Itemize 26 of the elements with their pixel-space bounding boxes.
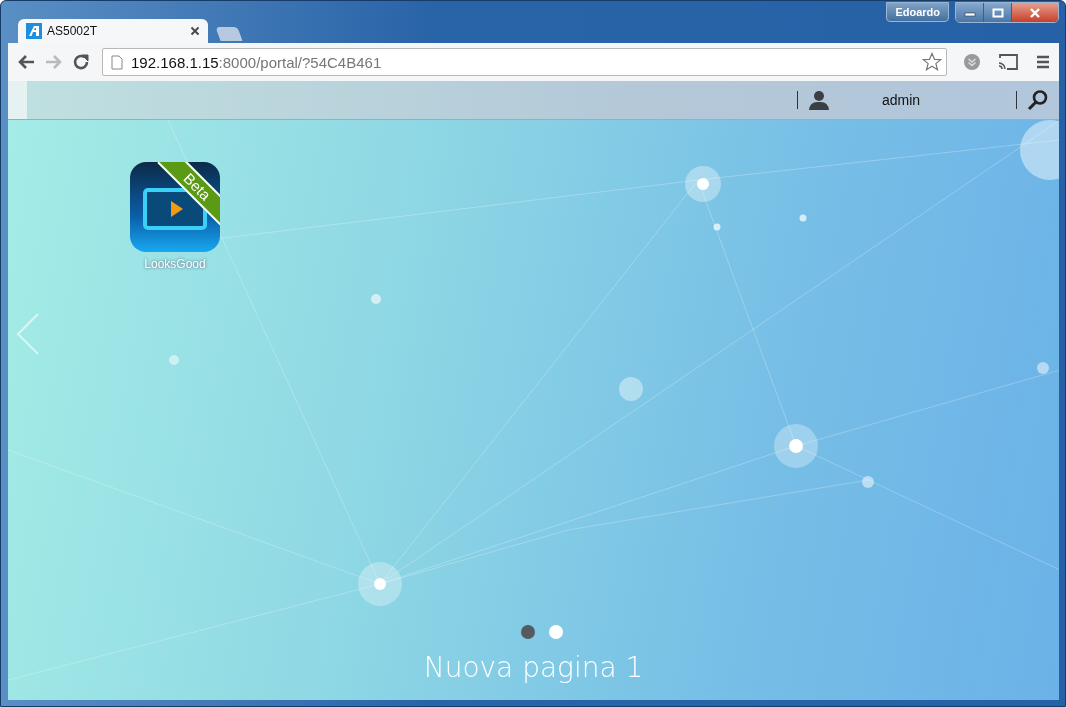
search-icon[interactable]: [1027, 89, 1049, 111]
reload-icon[interactable]: [72, 53, 90, 71]
page-dot[interactable]: [520, 625, 535, 639]
maximize-button[interactable]: [984, 3, 1012, 22]
menu-icon[interactable]: [1035, 54, 1051, 70]
cast-icon[interactable]: [997, 53, 1019, 71]
extension-icon[interactable]: [963, 53, 981, 71]
tab-title: AS5002T: [47, 24, 99, 38]
close-icon: [1029, 7, 1041, 18]
user-icon[interactable]: [808, 89, 830, 111]
page-title: Nuova pagina 1: [423, 651, 644, 684]
app-logo-icon: [26, 23, 42, 39]
side-strip: [8, 81, 28, 119]
star-icon[interactable]: [922, 52, 942, 72]
browser-tab[interactable]: AS5002T: [18, 19, 208, 43]
minimize-button[interactable]: [956, 3, 984, 22]
user-name[interactable]: admin: [836, 92, 966, 108]
back-icon[interactable]: [16, 53, 36, 71]
user-button[interactable]: Edoardo: [886, 2, 949, 22]
close-tab-icon[interactable]: [190, 26, 200, 36]
address-bar[interactable]: 192.168.1.15:8000/portal/?54C4B461: [102, 48, 947, 76]
page-dot[interactable]: [548, 625, 563, 639]
new-tab-button[interactable]: [215, 27, 243, 41]
page-icon: [111, 54, 123, 70]
maximize-icon: [991, 7, 1004, 18]
close-button[interactable]: [1012, 3, 1058, 22]
